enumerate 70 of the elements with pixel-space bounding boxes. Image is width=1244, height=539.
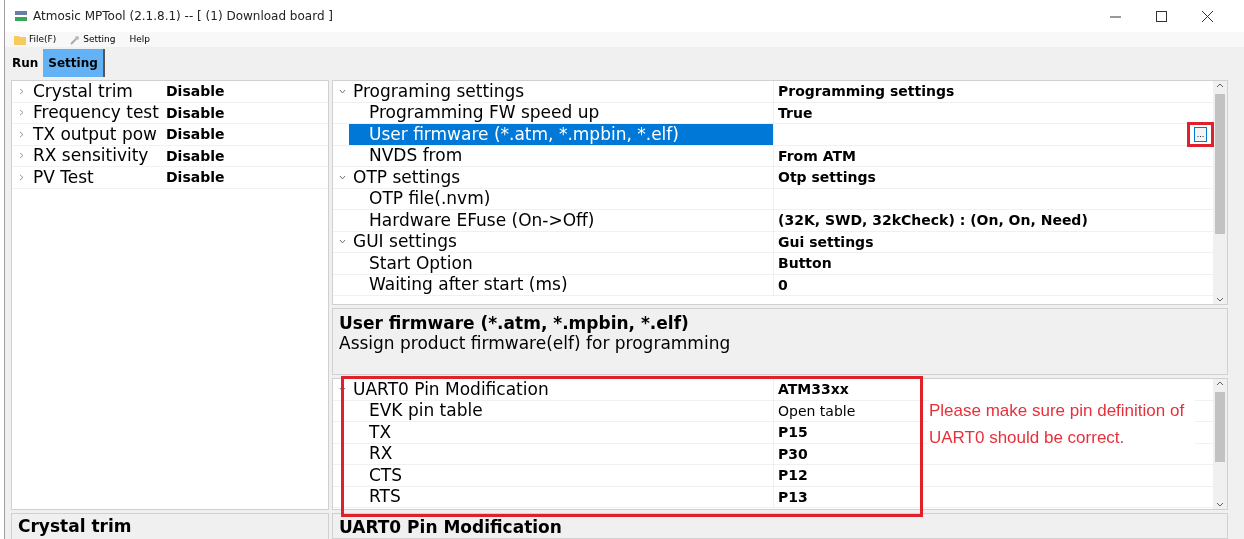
scroll-down-icon[interactable] [1216,297,1224,302]
chevron-right-icon[interactable] [18,152,25,160]
test-name[interactable]: TX output pow [33,125,157,143]
description-title: Crystal trim [18,516,132,536]
property-name[interactable]: RTS [349,486,773,507]
test-name[interactable]: Frequency test [33,104,159,122]
property-name[interactable]: CTS [349,465,773,486]
test-status: Disable [166,148,225,163]
property-value: From ATM [778,148,856,163]
scroll-thumb[interactable] [1215,94,1225,234]
close-icon [1201,10,1213,22]
property-name[interactable]: RX [349,443,773,464]
description-title: UART0 Pin Modification [339,517,562,537]
browse-button[interactable]: ... [1194,126,1207,142]
scroll-up-icon[interactable] [1216,83,1224,88]
window-title: Atmosic MPTool (2.1.8.1) -- [ (1) Download board ] [33,8,333,25]
property-name[interactable]: Hardware EFuse (On->Off) [349,210,773,231]
property-name[interactable]: NVDS from [349,145,773,166]
test-status: Disable [166,127,225,142]
property-name[interactable]: TX [349,422,773,443]
scroll-down-icon[interactable] [1216,502,1224,507]
app-logo-icon [14,10,28,22]
property-value: P15 [778,425,808,440]
group-value: ATM33xx [778,382,849,397]
tab[interactable]: Setting [43,49,105,77]
menu-item[interactable]: File(F) [14,34,57,45]
property-value: P30 [778,446,808,461]
property-name[interactable]: Start Option [349,253,773,274]
scroll-up-icon[interactable] [1216,381,1224,386]
property-value: 0 [778,277,788,292]
group-label: GUI settings [353,233,457,251]
test-name[interactable]: RX sensitivity [33,147,149,165]
chevron-right-icon[interactable] [18,87,25,95]
menu-item[interactable]: Help [129,35,151,44]
property-name[interactable]: EVK pin table [349,400,773,421]
property-value: True [778,105,813,120]
property-name[interactable]: Waiting after start (ms) [349,274,773,295]
folder-icon [14,34,26,45]
minimize-icon [1109,16,1121,17]
description-title: User firmware (*.atm, *.mpbin, *.elf) [339,313,690,333]
test-status: Disable [166,84,225,99]
property-name[interactable]: Programming FW speed up [349,102,773,123]
group-label: OTP settings [353,168,461,186]
property-value: P12 [778,468,808,483]
property-name[interactable]: OTP file(.nvm) [349,188,773,209]
scroll-thumb[interactable] [1215,392,1225,462]
property-value: P13 [778,489,808,504]
test-name[interactable]: Crystal trim [33,82,133,100]
test-status: Disable [166,105,225,120]
property-value[interactable]: Open table [778,403,856,418]
group-value: Programming settings [778,84,955,99]
menu-item[interactable]: Setting [70,34,116,45]
chevron-right-icon[interactable] [18,173,25,181]
group-label: UART0 Pin Modification [353,380,549,398]
maximize-icon [1155,10,1167,22]
chevron-right-icon[interactable] [18,130,25,138]
tab[interactable]: Run [7,49,44,77]
property-value: (32K, SWD, 32kCheck) : (On, On, Need) [778,213,1088,228]
test-status: Disable [166,170,225,185]
group-value: Gui settings [778,234,874,249]
scrollbar[interactable] [1213,379,1227,509]
group-label: Programing settings [353,82,525,100]
property-value: Button [778,256,832,271]
wrench-icon [70,34,81,45]
test-name[interactable]: PV Test [33,168,94,186]
description-text: Assign product firmware(elf) for programming [339,333,732,353]
scrollbar[interactable] [1213,81,1227,304]
chevron-right-icon[interactable] [18,109,25,117]
group-value: Otp settings [778,170,876,185]
property-name[interactable]: User firmware (*.atm, *.mpbin, *.elf) [349,124,773,145]
